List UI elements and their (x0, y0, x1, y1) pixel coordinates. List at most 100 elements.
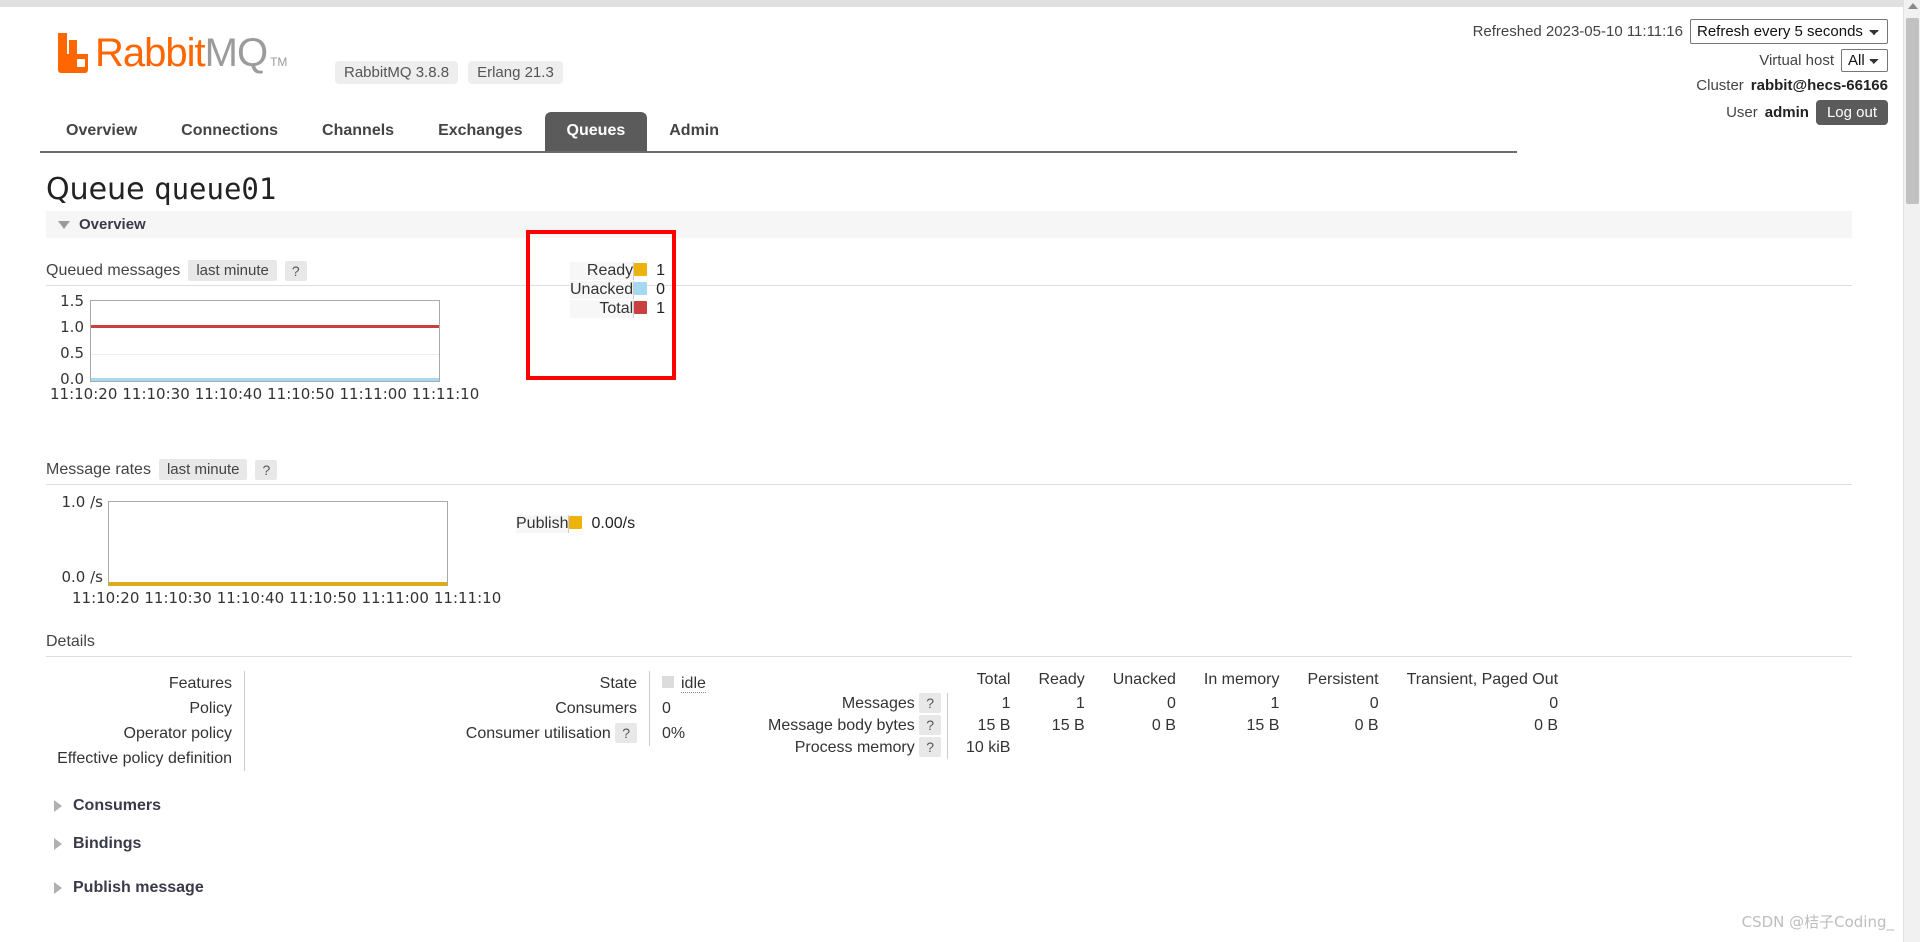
legend-value-ready-text: 1 (656, 262, 666, 280)
nav-tab-channels[interactable]: Channels (300, 112, 416, 151)
label-consumer-utilisation-wrap: Consumer utilisation ? (451, 721, 637, 746)
label-policy: Policy (189, 700, 232, 717)
consumers-section-label: Consumers (73, 797, 162, 814)
queued-messages-legend: Ready 1 Unacked 0 Total 1 (570, 262, 666, 319)
col-transient-paged-out: Transient, Paged Out (1406, 671, 1559, 688)
queued-messages-help-icon[interactable]: ? (284, 260, 307, 281)
refresh-interval-select[interactable]: Refresh every 5 seconds (1690, 19, 1888, 44)
logo-wordmark: RabbitMQ (95, 31, 268, 75)
y-tick: 1.5 (60, 292, 84, 310)
nav-tab-queues[interactable]: Queues (544, 112, 648, 151)
watermark: CSDN @桔子Coding_ (1741, 913, 1894, 931)
details-divider (244, 671, 245, 771)
queued-messages-range-tag[interactable]: last minute (188, 260, 277, 281)
legend-value-total: 1 (633, 299, 666, 319)
queued-messages-plot (90, 300, 440, 382)
logo-trademark: TM (270, 55, 288, 69)
legend-row: Publish 0.00/s (516, 515, 636, 534)
legend-label-unacked: Unacked (570, 280, 634, 300)
legend-label-publish: Publish (516, 515, 569, 534)
table-row: Message body bytes ? 15 B 15 B 0 B 15 B … (768, 715, 1568, 737)
message-rates-y-axis: 1.0 /s 0.0 /s (43, 493, 104, 586)
details-divider (649, 671, 650, 746)
queued-messages-x-axis: 11:10:20 11:10:30 11:10:40 11:10:50 11:1… (50, 385, 486, 403)
nav-tab-connections[interactable]: Connections (159, 112, 300, 151)
y-tick: 0.0 (60, 370, 84, 388)
queued-messages-title: Queued messages (46, 261, 181, 279)
vhost-select[interactable]: All (1841, 49, 1888, 72)
bindings-section-label: Bindings (73, 835, 142, 852)
overview-section-header[interactable]: Overview (46, 211, 1852, 238)
table-row: Process memory ? 10 kiB (768, 737, 1568, 759)
page-scrollbar[interactable] (1903, 0, 1920, 942)
erlang-version-badge: Erlang 21.3 (468, 61, 563, 84)
header-right-panel: Refreshed 2023-05-10 11:11:16 Refresh ev… (1473, 19, 1888, 130)
cluster-label: Cluster (1696, 77, 1744, 94)
col-in-memory: In memory (1203, 671, 1280, 688)
nav-tab-admin[interactable]: Admin (647, 112, 741, 151)
page-header: RabbitMQ TM RabbitMQ 3.8.8 Erlang 21.3 O… (0, 7, 1908, 153)
label-operator-policy: Operator policy (123, 725, 233, 742)
scroll-up-arrow-icon[interactable] (1908, 3, 1918, 9)
legend-row: Total 1 (570, 299, 666, 319)
consumer-utilisation-help-icon[interactable]: ? (615, 723, 637, 743)
table-header-row: Total Ready Unacked In memory Persistent… (768, 671, 1568, 693)
details-state-column: State Consumers Consumer utilisation ? i… (451, 671, 762, 746)
x-tick: 11:11:10 (411, 385, 480, 403)
rabbitmq-logo[interactable]: RabbitMQ TM (58, 33, 287, 73)
cell-messages-total: 1 (947, 693, 1021, 715)
consumers-section-header[interactable]: Consumers (54, 797, 1908, 815)
x-tick: 11:10:50 (289, 589, 357, 607)
message-body-bytes-help-icon[interactable]: ? (919, 715, 941, 735)
logo-rabbit-text: Rabbit (95, 31, 206, 75)
message-rates-help-icon[interactable]: ? (255, 459, 278, 480)
col-persistent: Persistent (1307, 671, 1379, 688)
x-tick: 11:11:10 (433, 589, 502, 607)
legend-value-unacked-text: 0 (656, 281, 666, 298)
refreshed-timestamp: Refreshed 2023-05-10 11:11:16 (1472, 23, 1683, 40)
message-rates-plot (108, 501, 448, 586)
main-content: Queue queue01 Overview Queued messages l… (0, 150, 1908, 897)
logout-button[interactable]: Log out (1815, 100, 1888, 125)
label-features: Features (168, 675, 232, 692)
message-rates-legend-wrap: Publish 0.00/s (516, 515, 636, 534)
label-state: State (599, 675, 637, 692)
nav-tab-overview[interactable]: Overview (44, 112, 159, 151)
cell-bytes-persistent: 0 B (1354, 717, 1379, 734)
process-memory-help-icon[interactable]: ? (919, 737, 941, 757)
message-rates-chart: 1.0 /s 0.0 /s 11:10:20 11:10:30 11:10:40… (46, 493, 516, 607)
cell-empty-4 (1289, 737, 1388, 759)
details-heading: Details (46, 633, 1852, 657)
main-nav: Overview Connections Channels Exchanges … (44, 112, 741, 151)
cell-bytes-total: 15 B (947, 715, 1021, 737)
row-label-process-memory-wrap: Process memory ? (768, 737, 948, 759)
message-rates-range-tag[interactable]: last minute (158, 459, 248, 480)
table-row: Messages ? 1 1 0 1 0 0 (768, 693, 1568, 715)
chevron-right-icon (54, 838, 62, 850)
label-consumer-utilisation: Consumer utilisation (465, 725, 611, 742)
cluster-name: rabbit@hecs-66166 (1750, 77, 1888, 94)
message-rates-legend: Publish 0.00/s (516, 515, 636, 534)
bindings-section-header[interactable]: Bindings (54, 835, 1908, 853)
y-tick: 0.0 /s (61, 568, 104, 586)
details-grid: Features Policy Operator policy Effectiv… (46, 671, 1908, 771)
messages-help-icon[interactable]: ? (919, 693, 941, 713)
y-tick: 1.0 /s (61, 493, 104, 511)
page-title-prefix: Queue (46, 172, 145, 207)
cell-bytes-unacked: 0 B (1151, 717, 1176, 734)
page-title: Queue queue01 (46, 172, 1908, 207)
message-rates-chart-row: 1.0 /s 0.0 /s 11:10:20 11:10:30 11:10:40… (46, 493, 1908, 607)
queue-name: queue01 (154, 172, 277, 206)
publish-message-section-header[interactable]: Publish message (54, 879, 1908, 897)
scrollbar-thumb[interactable] (1906, 18, 1919, 204)
queued-messages-y-axis: 1.5 1.0 0.5 0.0 (44, 292, 84, 388)
row-label-message-body-bytes: Message body bytes (768, 717, 915, 734)
legend-label-ready: Ready (570, 262, 634, 281)
x-tick: 11:10:50 (267, 385, 335, 403)
x-tick: 11:10:40 (194, 385, 263, 403)
x-tick: 11:10:30 (144, 589, 212, 607)
nav-tab-exchanges[interactable]: Exchanges (416, 112, 544, 151)
user-label: User (1726, 104, 1758, 121)
cell-messages-ready: 1 (1075, 695, 1085, 712)
row-label-messages: Messages (841, 695, 915, 712)
